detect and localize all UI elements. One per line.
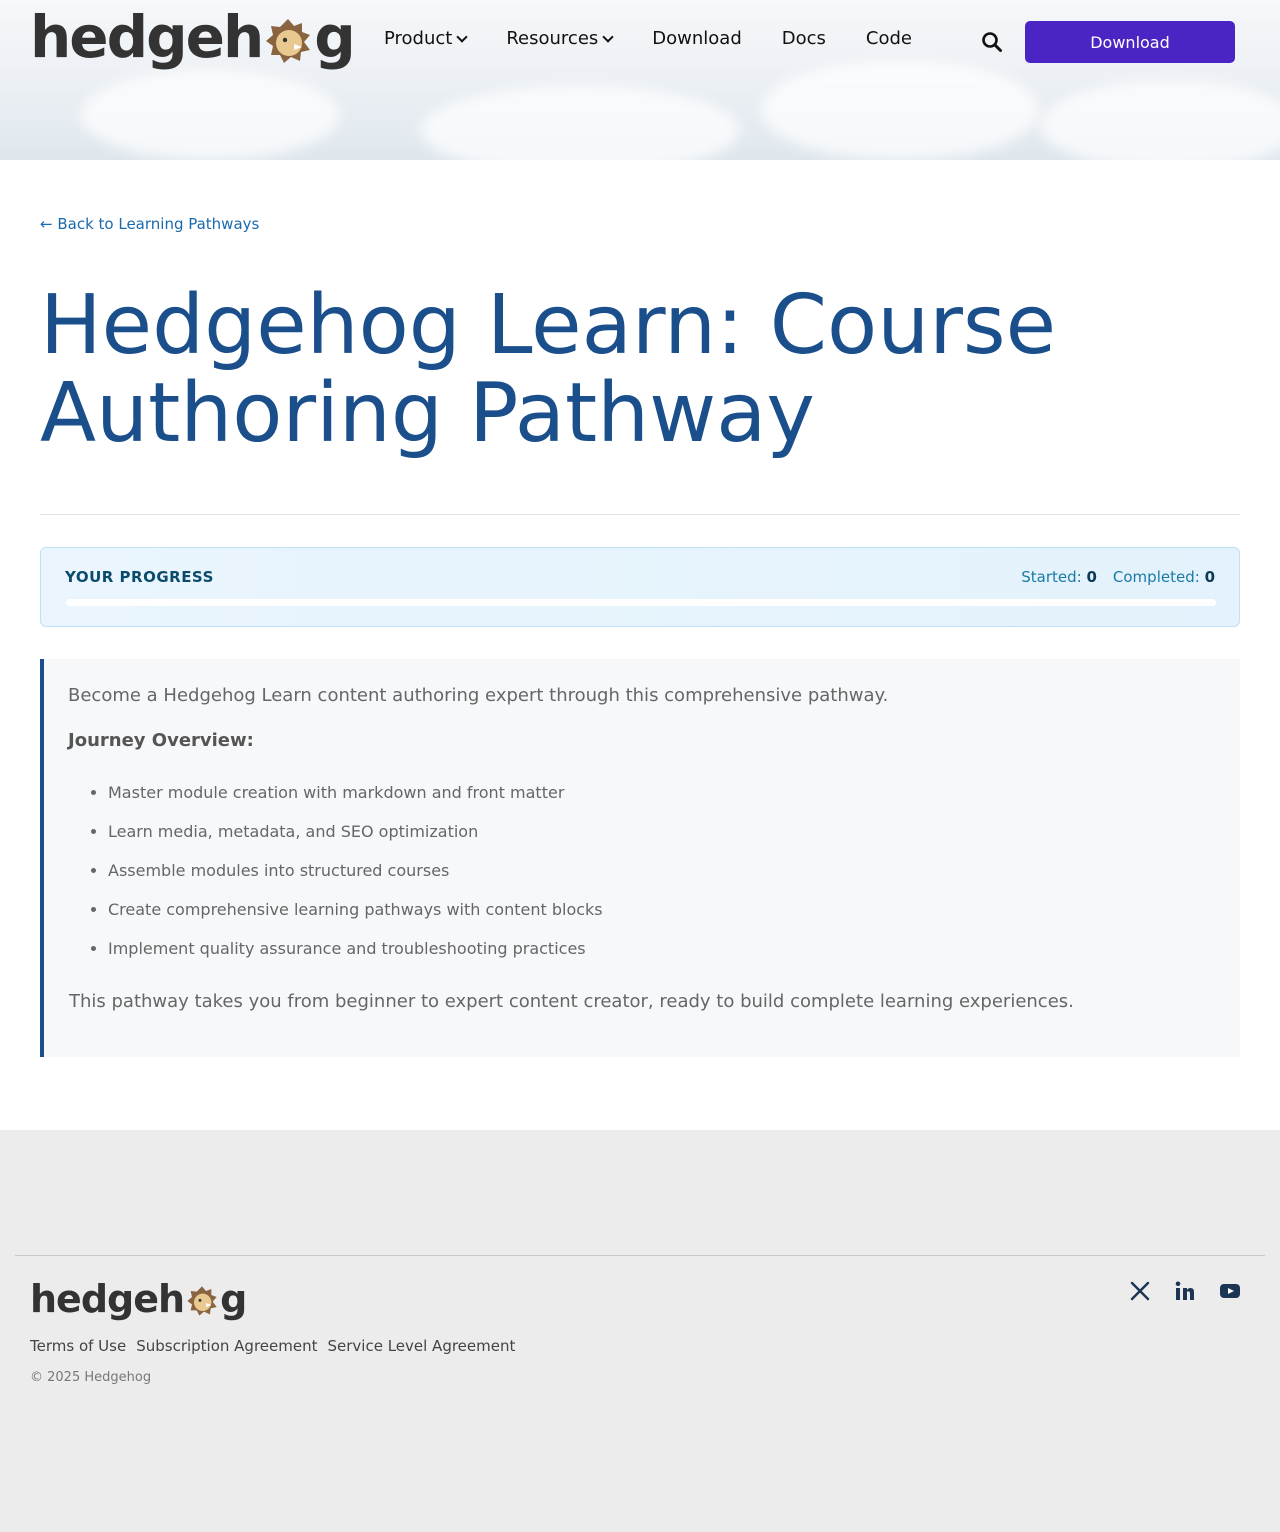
completed-label: Completed: xyxy=(1112,568,1200,586)
hedgehog-logo-icon xyxy=(187,1286,217,1316)
nav-item-resources[interactable]: Resources xyxy=(506,28,614,49)
logo-text-right: g xyxy=(220,1277,247,1321)
site-header: hedgeh g Product Resources Download Docs… xyxy=(0,0,1280,160)
started-value: 0 xyxy=(1086,568,1097,586)
youtube-icon[interactable] xyxy=(1219,1280,1241,1302)
overview-outro: This pathway takes you from beginner to … xyxy=(69,991,1074,1012)
progress-heading: YOUR PROGRESS xyxy=(65,568,214,586)
logo-text-left: hedgeh xyxy=(30,1277,185,1321)
cloud-decoration xyxy=(420,85,740,160)
nav-item-label: Docs xyxy=(781,28,826,49)
progress-bar xyxy=(66,599,1216,606)
logo-text-right: g xyxy=(314,3,356,71)
footer-links: Terms of Use Subscription Agreement Serv… xyxy=(30,1337,515,1355)
main-nav: Product Resources Download Docs Code xyxy=(384,28,952,49)
search-icon[interactable] xyxy=(981,31,1003,53)
list-item: Learn media, metadata, and SEO optimizat… xyxy=(108,821,603,860)
linkedin-icon[interactable] xyxy=(1174,1280,1196,1302)
footer-logo[interactable]: hedgeh g xyxy=(30,1277,247,1321)
list-item: Assemble modules into structured courses xyxy=(108,860,603,899)
service-level-agreement-link[interactable]: Service Level Agreement xyxy=(327,1337,515,1355)
list-item: Master module creation with markdown and… xyxy=(108,782,603,821)
started-stat: Started: 0 xyxy=(1021,568,1097,586)
chevron-down-icon xyxy=(456,30,469,43)
nav-item-docs[interactable]: Docs xyxy=(782,28,826,49)
nav-item-product[interactable]: Product xyxy=(384,28,469,49)
nav-item-code[interactable]: Code xyxy=(866,28,912,49)
divider xyxy=(40,514,1240,515)
x-icon[interactable] xyxy=(1129,1280,1151,1302)
terms-of-use-link[interactable]: Terms of Use xyxy=(30,1337,126,1355)
cloud-decoration xyxy=(760,60,1040,160)
overview-heading: Journey Overview: xyxy=(68,730,254,751)
back-to-pathways-link[interactable]: ← Back to Learning Pathways xyxy=(40,215,259,233)
logo-text-left: hedgeh xyxy=(30,3,264,71)
nav-item-label: Download xyxy=(652,28,742,49)
list-item: Create comprehensive learning pathways w… xyxy=(108,899,603,938)
nav-item-label: Code xyxy=(865,28,913,49)
completed-value: 0 xyxy=(1204,568,1215,586)
nav-item-download[interactable]: Download xyxy=(652,28,741,49)
started-label: Started: xyxy=(1021,568,1082,586)
progress-card: YOUR PROGRESS Started: 0 Completed: 0 xyxy=(40,547,1240,627)
footer-divider xyxy=(15,1255,1265,1256)
nav-item-label: Resources xyxy=(506,28,599,49)
progress-stats: Started: 0 Completed: 0 xyxy=(1021,568,1215,586)
chevron-down-icon xyxy=(602,30,614,43)
overview-list: Master module creation with markdown and… xyxy=(108,782,603,977)
nav-item-label: Product xyxy=(384,28,453,49)
overview-intro: Become a Hedgehog Learn content authorin… xyxy=(68,685,889,706)
cloud-decoration xyxy=(1040,80,1280,160)
page-title: Hedgehog Learn: Course Authoring Pathway xyxy=(40,278,1057,461)
hedgehog-logo-icon xyxy=(266,19,311,63)
cloud-decoration xyxy=(80,70,340,160)
site-logo[interactable]: hedgeh g xyxy=(30,3,356,71)
completed-stat: Completed: 0 xyxy=(1113,568,1215,586)
pathway-overview: Become a Hedgehog Learn content authorin… xyxy=(40,659,1240,1057)
copyright: © 2025 Hedgehog xyxy=(30,1370,152,1385)
download-button[interactable]: Download xyxy=(1025,21,1235,63)
main-content: ← Back to Learning Pathways Hedgehog Lea… xyxy=(0,160,1280,1130)
list-item: Implement quality assurance and troubles… xyxy=(108,938,603,977)
subscription-agreement-link[interactable]: Subscription Agreement xyxy=(136,1337,317,1355)
